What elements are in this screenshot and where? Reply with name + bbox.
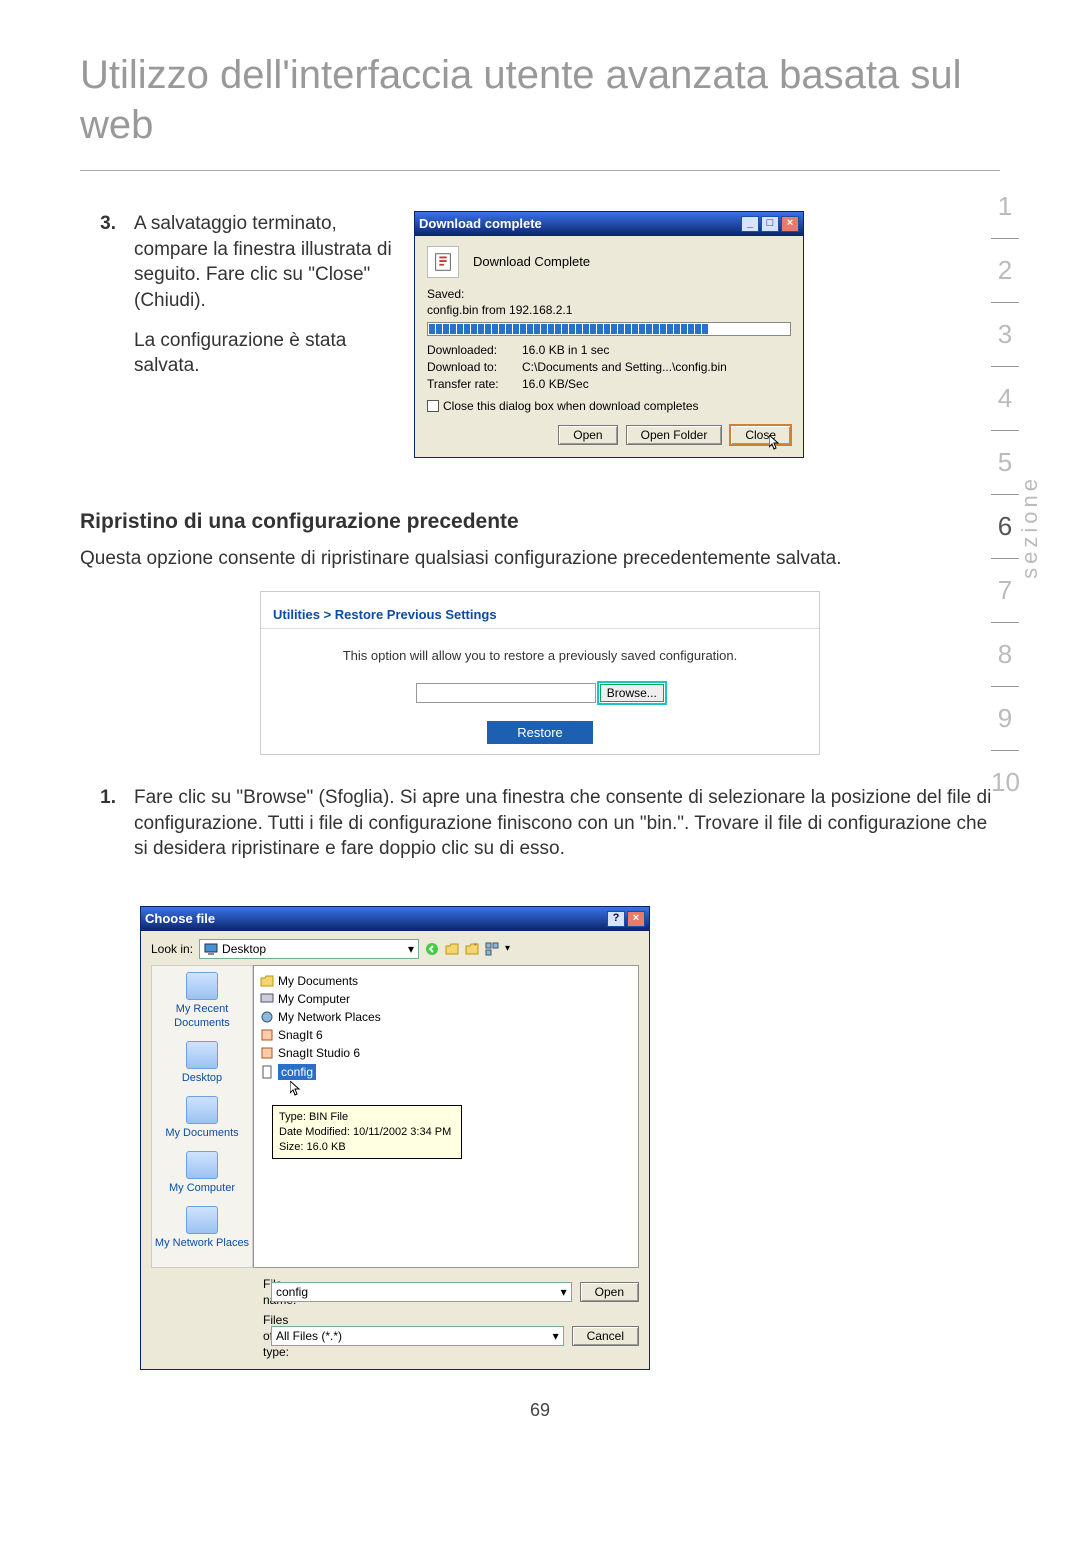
downloadto-value: C:\Documents and Setting...\config.bin xyxy=(522,359,727,376)
lookin-dropdown[interactable]: Desktop ▾ xyxy=(199,939,419,959)
restore-heading: Ripristino di una configurazione precede… xyxy=(80,508,1000,536)
shortcut-icon xyxy=(260,1046,274,1060)
close-dialog-checkbox[interactable] xyxy=(427,400,439,412)
restore-button[interactable]: Restore xyxy=(487,721,593,745)
file-item[interactable]: My Computer xyxy=(260,990,632,1008)
step-3-text: A salvataggio terminato, compare la fine… xyxy=(134,211,394,314)
desktop-icon xyxy=(204,942,218,956)
close-button[interactable]: Close xyxy=(730,425,791,445)
restore-panel-breadcrumb: Utilities > Restore Previous Settings xyxy=(261,602,819,629)
place-desktop[interactable]: Desktop xyxy=(152,1041,252,1086)
new-folder-icon[interactable]: * xyxy=(465,942,479,956)
restore-description: Questa opzione consente di ripristinare … xyxy=(80,546,1000,572)
downloaded-value: 16.0 KB in 1 sec xyxy=(522,342,609,359)
close-dialog-checkbox-label: Close this dialog box when download comp… xyxy=(443,398,699,414)
step-3-number: 3. xyxy=(80,211,116,458)
page-number: 69 xyxy=(0,1400,1080,1421)
download-icon xyxy=(427,246,459,278)
step-1-number: 1. xyxy=(80,785,116,876)
computer-icon xyxy=(260,992,274,1006)
section-label: sezione xyxy=(1017,475,1043,579)
maximize-button[interactable]: □ xyxy=(761,216,779,232)
minimize-button[interactable]: _ xyxy=(741,216,759,232)
step-3-text-2: La configurazione è stata salvata. xyxy=(134,328,394,379)
restore-file-input[interactable] xyxy=(416,683,596,703)
choose-close-button[interactable]: × xyxy=(627,911,645,927)
place-recent[interactable]: My Recent Documents xyxy=(152,972,252,1032)
place-mycomputer[interactable]: My Computer xyxy=(152,1151,252,1196)
file-item-selected[interactable]: config xyxy=(260,1063,632,1081)
rate-value: 16.0 KB/Sec xyxy=(522,376,589,393)
saved-value: config.bin from 192.168.2.1 xyxy=(427,302,791,318)
nav-6[interactable]: 6 xyxy=(991,495,1019,559)
open-file-button[interactable]: Open xyxy=(580,1282,639,1302)
network-icon xyxy=(260,1010,274,1024)
nav-9[interactable]: 9 xyxy=(991,687,1019,751)
nav-5[interactable]: 5 xyxy=(991,431,1019,495)
open-button[interactable]: Open xyxy=(558,425,617,445)
downloadto-label: Download to: xyxy=(427,359,522,376)
restore-panel: Utilities > Restore Previous Settings Th… xyxy=(260,591,820,755)
nav-1[interactable]: 1 xyxy=(991,175,1019,239)
file-item[interactable]: My Network Places xyxy=(260,1008,632,1026)
folder-icon xyxy=(260,974,274,988)
nav-7[interactable]: 7 xyxy=(991,559,1019,623)
cursor-icon xyxy=(769,435,781,451)
choose-file-dialog: Choose file ? × Look in: Desktop ▾ * ▾ xyxy=(140,906,650,1370)
lookin-value: Desktop xyxy=(222,941,266,957)
file-tooltip: Type: BIN File Date Modified: 10/11/2002… xyxy=(272,1105,462,1160)
svg-text:*: * xyxy=(474,943,477,950)
file-item[interactable]: My Documents xyxy=(260,972,632,990)
close-x-button[interactable]: × xyxy=(781,216,799,232)
place-network[interactable]: My Network Places xyxy=(152,1206,252,1251)
download-complete-label: Download Complete xyxy=(473,253,590,271)
shortcut-icon xyxy=(260,1028,274,1042)
file-icon xyxy=(260,1065,274,1079)
help-button[interactable]: ? xyxy=(607,911,625,927)
lookin-label: Look in: xyxy=(151,941,193,957)
cancel-file-button[interactable]: Cancel xyxy=(572,1326,639,1346)
up-folder-icon[interactable] xyxy=(445,942,459,956)
nav-4[interactable]: 4 xyxy=(991,367,1019,431)
file-list[interactable]: My Documents My Computer My Network Plac… xyxy=(253,965,639,1268)
browse-button[interactable]: Browse... xyxy=(600,684,664,702)
filename-input[interactable]: config▾ xyxy=(271,1282,572,1302)
nav-8[interactable]: 8 xyxy=(991,623,1019,687)
nav-3[interactable]: 3 xyxy=(991,303,1019,367)
file-item[interactable]: SnagIt Studio 6 xyxy=(260,1044,632,1062)
filetype-dropdown[interactable]: All Files (*.*)▾ xyxy=(271,1326,564,1346)
cursor-icon xyxy=(290,1081,302,1097)
section-nav: 1 2 3 4 5 6 7 8 9 10 sezione xyxy=(975,175,1035,814)
filetype-label: Files of type: xyxy=(151,1312,263,1361)
filename-label: File name: xyxy=(151,1276,263,1308)
open-folder-button[interactable]: Open Folder xyxy=(626,425,723,445)
restore-panel-message: This option will allow you to restore a … xyxy=(261,647,819,665)
download-complete-dialog: Download complete _ □ × Download Complet… xyxy=(414,211,804,458)
nav-2[interactable]: 2 xyxy=(991,239,1019,303)
page-title: Utilizzo dell'interfaccia utente avanzat… xyxy=(80,0,1000,171)
view-menu-icon[interactable] xyxy=(485,942,499,956)
choose-dialog-title: Choose file xyxy=(145,910,215,928)
file-item[interactable]: SnagIt 6 xyxy=(260,1026,632,1044)
progress-bar xyxy=(427,322,791,336)
step-1-text: Fare clic su "Browse" (Sfoglia). Si apre… xyxy=(134,785,1000,862)
rate-label: Transfer rate: xyxy=(427,376,522,393)
back-icon[interactable] xyxy=(425,942,439,956)
nav-10[interactable]: 10 xyxy=(991,751,1019,814)
downloaded-label: Downloaded: xyxy=(427,342,522,359)
places-bar: My Recent Documents Desktop My Documents… xyxy=(151,965,253,1268)
dialog-title: Download complete xyxy=(419,215,542,233)
place-mydocs[interactable]: My Documents xyxy=(152,1096,252,1141)
saved-label: Saved: xyxy=(427,286,791,302)
